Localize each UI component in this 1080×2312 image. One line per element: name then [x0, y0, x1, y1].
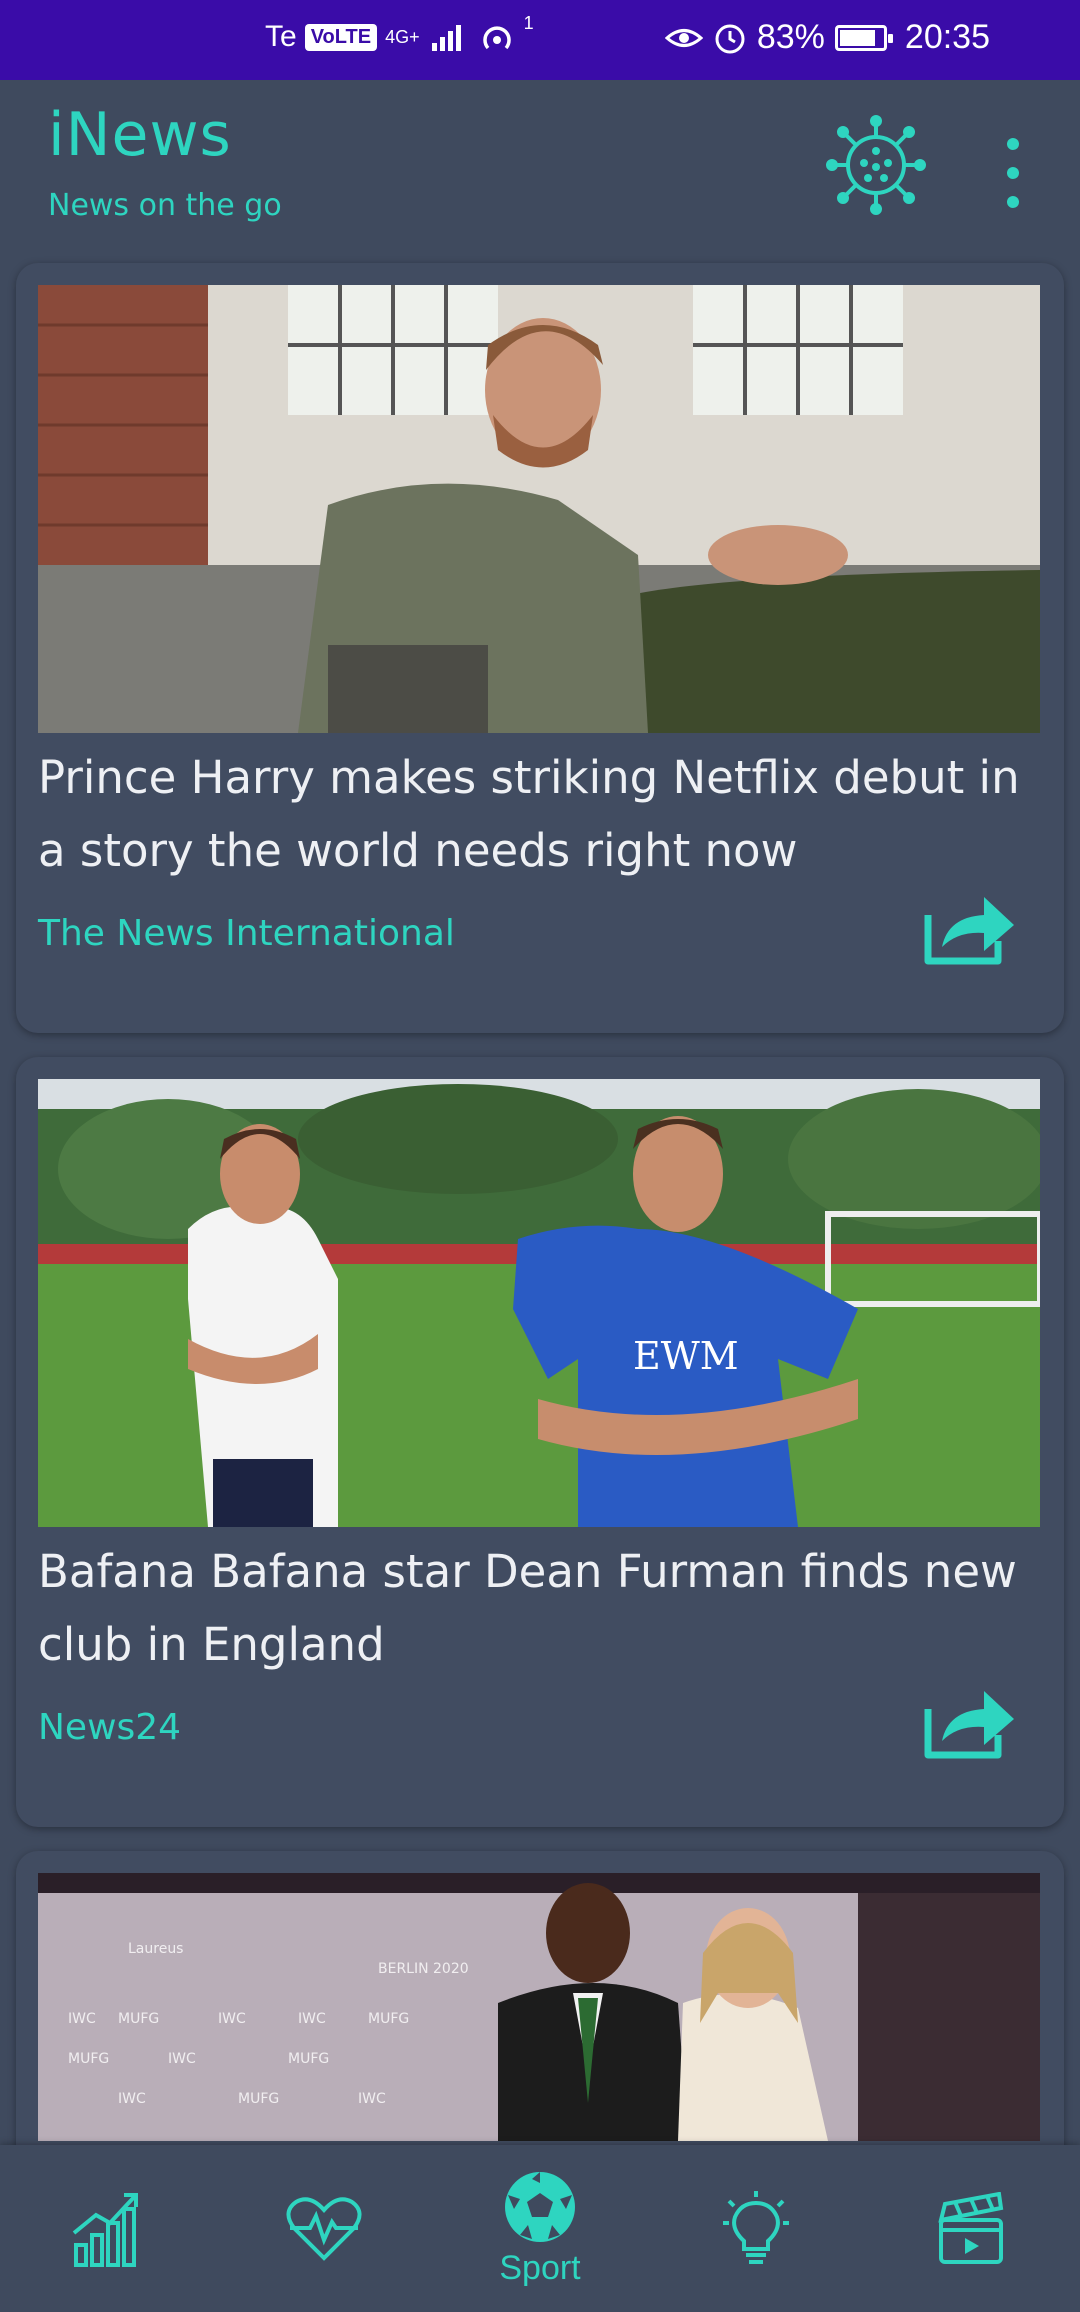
lightbulb-icon: [723, 2190, 789, 2264]
volte-badge: VoLTE: [304, 23, 378, 51]
news-feed[interactable]: Prince Harry makes striking Netflix debu…: [0, 255, 1080, 2145]
nav-item-chart[interactable]: [58, 2145, 158, 2312]
share-button[interactable]: [922, 1685, 1018, 1761]
article-title[interactable]: Prince Harry makes striking Netflix debu…: [38, 741, 1038, 887]
svg-text:MUFG: MUFG: [68, 2051, 109, 2067]
awards-image: Laureus BERLIN 2020 IWC MUFG IWC IWC MUFG MU…: [38, 1873, 1040, 2141]
hotspot-count: 1: [523, 12, 534, 33]
svg-text:MUFG: MUFG: [118, 2011, 159, 2027]
battery-icon: [834, 24, 893, 51]
virus-button[interactable]: [826, 115, 926, 215]
svg-text:IWC: IWC: [218, 2011, 246, 2027]
share-button[interactable]: [922, 891, 1018, 967]
signal-icon: [431, 25, 461, 51]
nav-label-sport: Sport: [499, 2249, 581, 2287]
article-image[interactable]: [38, 285, 1040, 733]
svg-text:IWC: IWC: [358, 2091, 386, 2107]
menu-dot: [1007, 196, 1019, 208]
bottom-navigation: Sport: [0, 2145, 1080, 2312]
share-icon: [924, 897, 1014, 965]
video-icon: [938, 2191, 1004, 2264]
svg-text:IWC: IWC: [118, 2091, 146, 2107]
share-icon: [924, 1691, 1014, 1759]
man-sitting-image: [38, 285, 1040, 733]
heartbeat-icon: [286, 2196, 362, 2261]
carrier-label: Te: [265, 20, 297, 53]
alarm-icon: [715, 24, 745, 53]
clock: 20:35: [904, 18, 990, 56]
hotspot-icon: [482, 26, 511, 50]
article-source: News24: [38, 1707, 182, 1748]
app-bar: iNews News on the go: [0, 80, 1080, 255]
overflow-menu-button[interactable]: [998, 138, 1028, 208]
app-title: iNews: [48, 100, 232, 170]
nav-item-health[interactable]: [274, 2145, 374, 2312]
football-players-image: EWM: [38, 1079, 1040, 1527]
svg-text:BERLIN 2020: BERLIN 2020: [378, 1961, 469, 1977]
status-right: 83% 20:35: [664, 18, 990, 57]
status-left: Te VoLTE 4G+ 1: [265, 13, 534, 56]
article-image[interactable]: EWM: [38, 1079, 1040, 1527]
nav-item-sport[interactable]: Sport: [470, 2145, 610, 2312]
svg-text:IWC: IWC: [168, 2051, 196, 2067]
article-source: The News International: [38, 913, 455, 954]
menu-dot: [1007, 138, 1019, 150]
network-type: 4G+: [385, 27, 420, 47]
menu-dot: [1007, 167, 1019, 179]
svg-text:Laureus: Laureus: [128, 1941, 183, 1957]
svg-text:MUFG: MUFG: [288, 2051, 329, 2067]
article-title[interactable]: Bafana Bafana star Dean Furman finds new…: [38, 1535, 1038, 1681]
news-card[interactable]: Laureus BERLIN 2020 IWC MUFG IWC IWC MUFG MU…: [16, 1851, 1064, 2145]
article-image[interactable]: Laureus BERLIN 2020 IWC MUFG IWC IWC MUFG MU…: [38, 1873, 1040, 2141]
svg-text:EWM: EWM: [633, 1334, 739, 1378]
svg-text:MUFG: MUFG: [368, 2011, 409, 2027]
status-bar: Te VoLTE 4G+ 1 83% 20:35: [0, 0, 1080, 80]
svg-text:IWC: IWC: [298, 2011, 326, 2027]
soccer-ball-icon: [505, 2172, 575, 2242]
nav-item-ideas[interactable]: [706, 2145, 806, 2312]
virus-icon: [826, 115, 926, 215]
app-subtitle: News on the go: [48, 188, 282, 223]
svg-text:IWC: IWC: [68, 2011, 96, 2027]
svg-text:MUFG: MUFG: [238, 2091, 279, 2107]
battery-percent: 83%: [756, 18, 825, 56]
eye-icon: [664, 28, 703, 47]
news-card[interactable]: EWM Bafana Bafana star Dean Furman finds…: [16, 1057, 1064, 1827]
chart-icon: [72, 2192, 138, 2267]
news-card[interactable]: Prince Harry makes striking Netflix debu…: [16, 263, 1064, 1033]
nav-item-video[interactable]: [922, 2145, 1022, 2312]
